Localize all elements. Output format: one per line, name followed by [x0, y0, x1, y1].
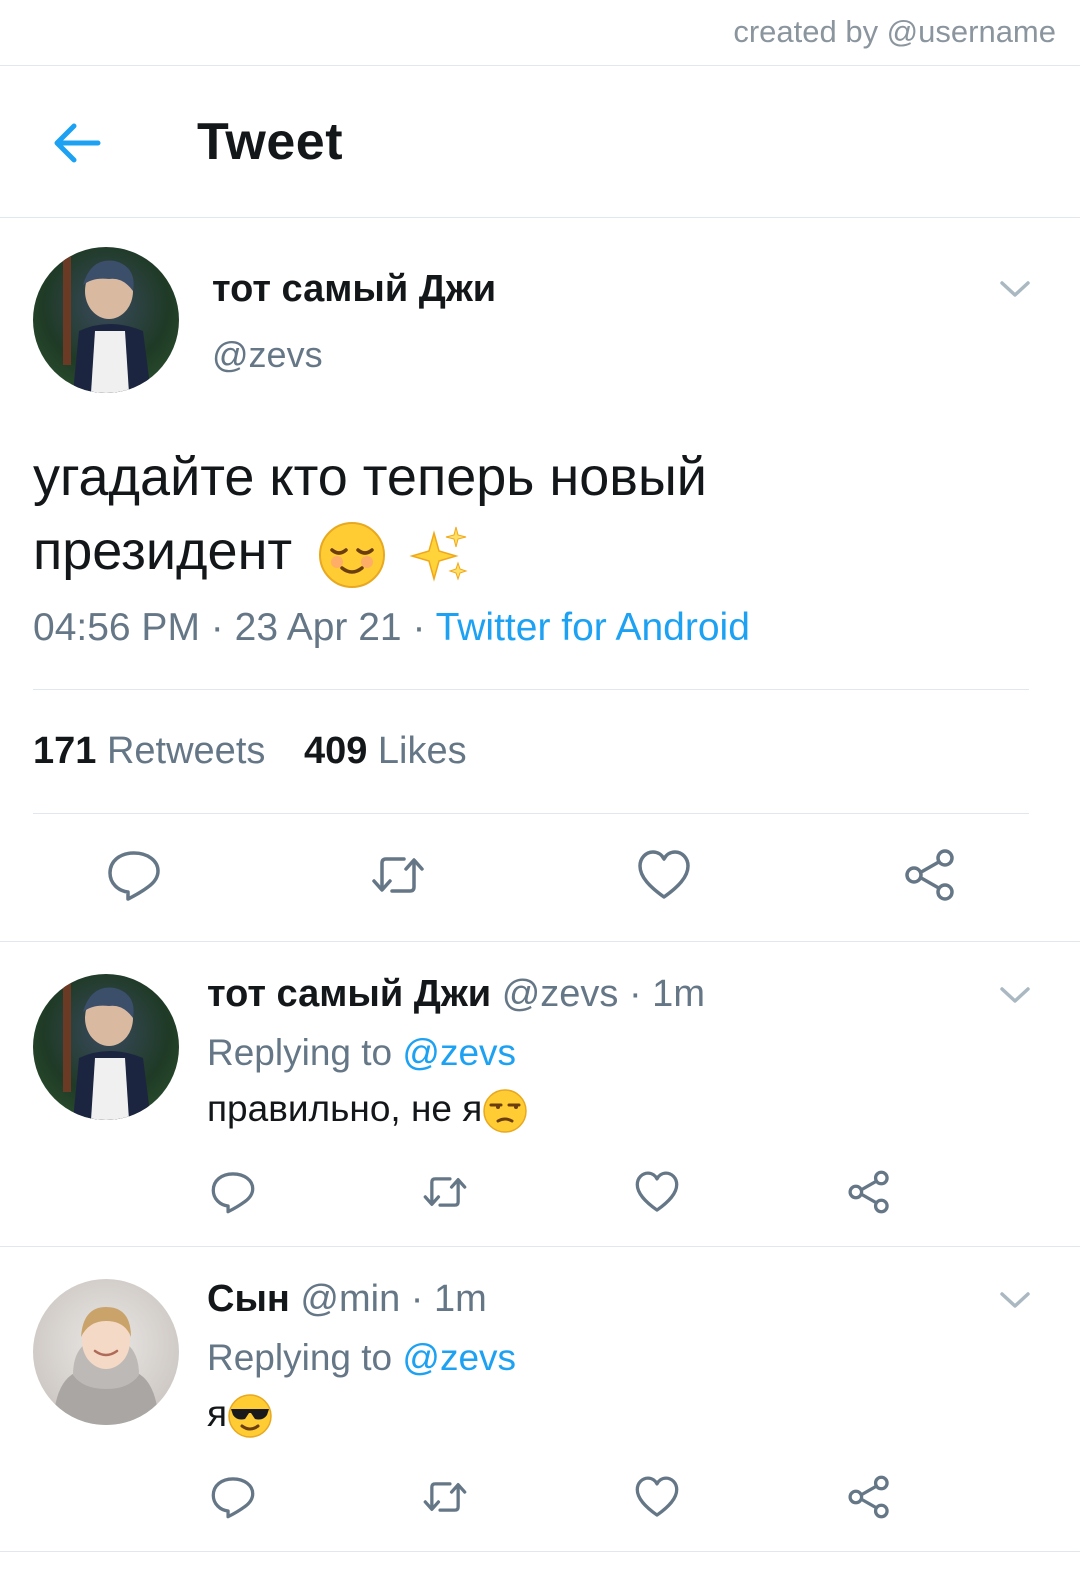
heart-icon	[635, 1476, 679, 1517]
avatar[interactable]	[33, 247, 179, 393]
divider	[0, 217, 1080, 218]
reply-button[interactable]	[106, 847, 162, 903]
retweets-label: Retweets	[106, 730, 266, 772]
retweet-icon	[423, 1482, 467, 1512]
avatar[interactable]	[33, 1279, 179, 1425]
replying-handle-link[interactable]: @zevs	[402, 1337, 516, 1378]
unamused-face-emoji	[482, 1088, 528, 1134]
like-button[interactable]	[634, 1169, 680, 1215]
heart-icon	[635, 1171, 679, 1212]
reply-meta: @min · 1m	[300, 1278, 487, 1320]
divider	[0, 941, 1080, 942]
reply-meta: @zevs · 1m	[501, 973, 705, 1015]
back-button[interactable]	[50, 118, 104, 168]
tweet-stats: 171 Retweets 409 Likes	[33, 730, 467, 773]
reply-icon	[108, 851, 160, 901]
relieved-face-emoji	[317, 520, 387, 590]
share-button[interactable]	[846, 1169, 892, 1215]
tweet-menu-button[interactable]	[998, 1289, 1032, 1311]
tweet-menu-button[interactable]	[998, 984, 1032, 1006]
replying-to: Replying to @zevs	[207, 1337, 516, 1379]
tweet-text-line1: угадайте кто теперь новый	[33, 447, 707, 507]
separator: ·	[412, 606, 426, 649]
tweet-text: угадайте кто теперь новый президент	[33, 440, 1013, 590]
tweet-source-link[interactable]: Twitter for Android	[436, 606, 750, 649]
like-button[interactable]	[634, 1474, 680, 1520]
arrow-left-icon	[54, 123, 101, 163]
divider	[33, 813, 1029, 814]
retweet-button[interactable]	[370, 847, 426, 903]
reply-button[interactable]	[210, 1169, 256, 1215]
reply-text-content: правильно, не я	[207, 1088, 483, 1129]
reply-header: тот самый Джи @zevs · 1m	[207, 973, 705, 1016]
reply-icon	[211, 1172, 255, 1214]
reply-text-content: я	[207, 1393, 228, 1434]
replying-label: Replying to	[207, 1032, 393, 1073]
reply-icon	[211, 1477, 255, 1519]
tweet-text-line2: президент	[33, 521, 293, 581]
divider	[0, 1551, 1080, 1552]
reply-text: я	[207, 1393, 273, 1439]
share-icon	[848, 1475, 889, 1519]
share-button[interactable]	[902, 847, 958, 903]
reply-author-name[interactable]: Сын	[207, 1278, 290, 1320]
retweet-button[interactable]	[422, 1474, 468, 1520]
separator: ·	[210, 606, 224, 649]
reply-button[interactable]	[210, 1474, 256, 1520]
retweet-icon	[372, 857, 424, 893]
heart-icon	[638, 850, 690, 899]
likes-label: Likes	[377, 730, 467, 772]
tweet-time: 04:56 PM	[33, 606, 200, 649]
author-name[interactable]: тот самый Джи	[212, 268, 496, 311]
replying-handle-link[interactable]: @zevs	[402, 1032, 516, 1073]
page-title: Tweet	[197, 113, 344, 171]
chevron-down-icon	[1000, 1292, 1030, 1308]
likes-count: 409	[303, 730, 368, 772]
retweets-count: 171	[33, 730, 97, 772]
divider	[0, 65, 1080, 66]
sunglasses-face-emoji	[227, 1393, 273, 1439]
like-button[interactable]	[636, 847, 692, 903]
avatar[interactable]	[33, 974, 179, 1120]
author-handle[interactable]: @zevs	[212, 334, 323, 376]
reply-text: правильно, не я	[207, 1088, 528, 1134]
chevron-down-icon	[1000, 281, 1030, 297]
divider	[0, 1246, 1080, 1247]
retweet-icon	[423, 1177, 467, 1207]
likes-stat[interactable]: 409 Likes	[304, 730, 467, 772]
retweet-button[interactable]	[422, 1169, 468, 1215]
credit-text: created by @username	[733, 14, 1056, 49]
reply-header: Сын @min · 1m	[207, 1278, 487, 1321]
retweets-stat[interactable]: 171 Retweets	[33, 730, 265, 772]
replying-to: Replying to @zevs	[207, 1032, 516, 1074]
tweet-menu-button[interactable]	[998, 278, 1032, 300]
sparkles-emoji	[408, 523, 472, 587]
share-icon	[848, 1170, 889, 1214]
tweet-date: 23 Apr 21	[234, 606, 402, 649]
tweet-meta: 04:56 PM · 23 Apr 21 · Twitter for Andro…	[33, 606, 750, 650]
chevron-down-icon	[1000, 987, 1030, 1003]
share-button[interactable]	[846, 1474, 892, 1520]
replying-label: Replying to	[207, 1337, 393, 1378]
share-icon	[905, 849, 954, 901]
divider	[33, 689, 1029, 690]
reply-author-name[interactable]: тот самый Джи	[207, 973, 491, 1015]
